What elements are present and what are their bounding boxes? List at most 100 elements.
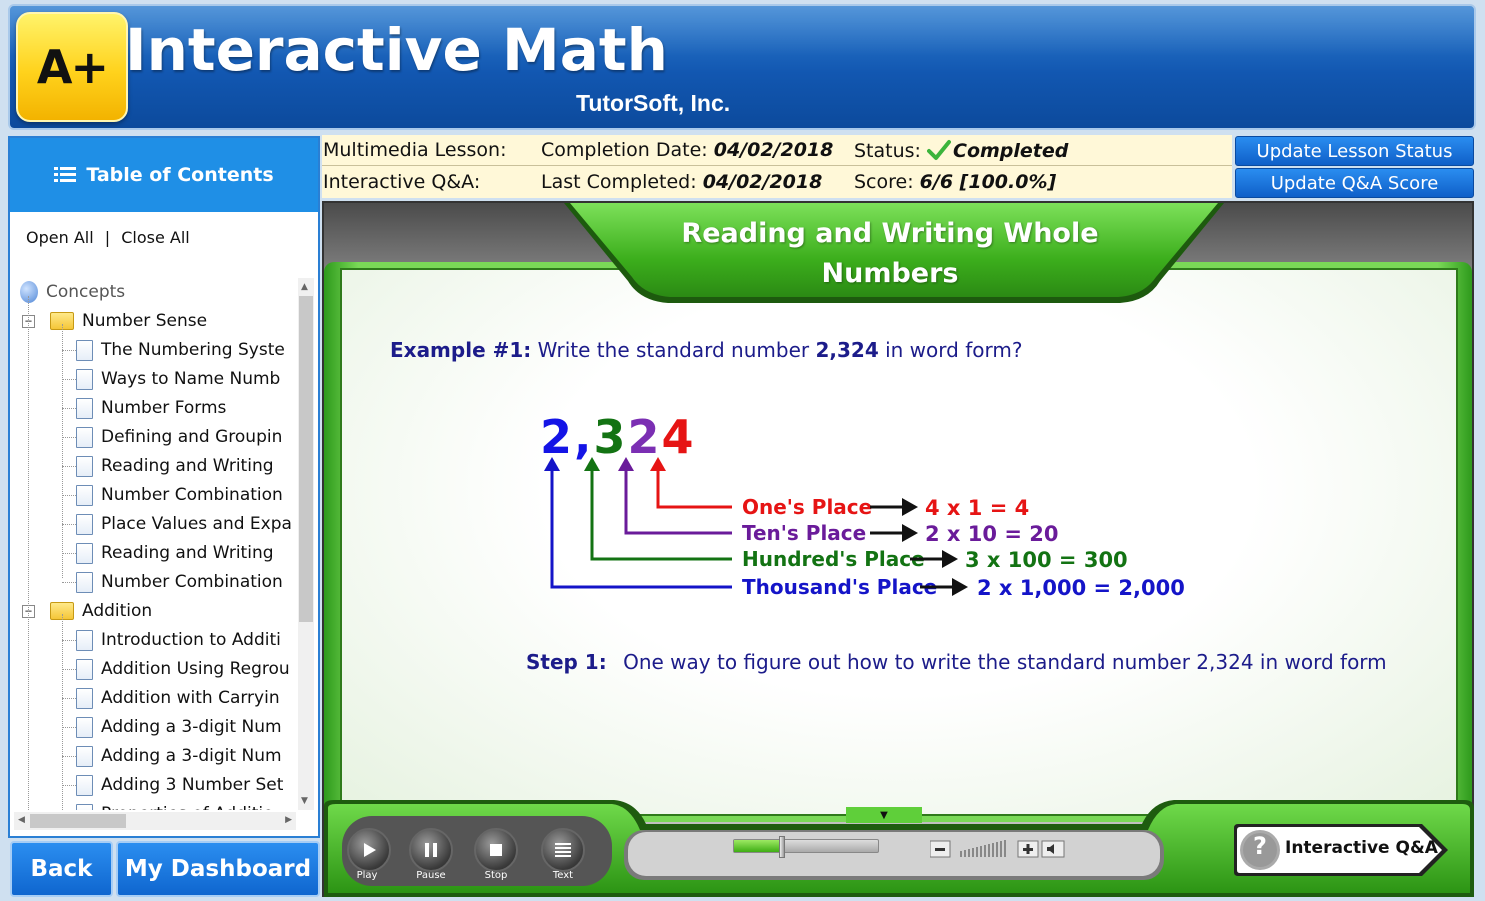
toc-lesson-item[interactable]: The Numbering Syste [76, 336, 285, 364]
scroll-right-icon[interactable]: ▶ [285, 815, 292, 825]
page-icon [76, 658, 93, 680]
toc-lesson-item[interactable]: Number Combination [76, 481, 283, 509]
toc-item-label: Number Combination [101, 485, 283, 505]
volume-level-bars[interactable] [960, 840, 1006, 857]
toc-lesson-item[interactable]: Adding a 3-digit Num [76, 713, 282, 741]
volume-up-icon[interactable] [1017, 840, 1039, 858]
status-label: Status: [854, 140, 921, 162]
example-label: Example #1: [390, 338, 532, 362]
update-qa-score-button[interactable]: Update Q&A Score [1235, 168, 1474, 198]
toc-lesson-item[interactable]: Reading and Writing [76, 452, 274, 480]
multimedia-lesson-label: Multimedia Lesson: [323, 139, 507, 161]
interactive-qa-label-button[interactable]: Interactive Q&A [1285, 838, 1438, 858]
toc-lesson-item[interactable]: Adding a 3-digit Num [76, 742, 282, 770]
tree-connector [62, 350, 76, 351]
last-completed: Last Completed: 04/02/2018 [541, 171, 822, 193]
toc-folder-item[interactable]: Addition [50, 597, 152, 625]
example-number: 2,324 [815, 338, 879, 362]
app-title: Interactive Math [125, 16, 668, 84]
progress-knob[interactable] [778, 836, 785, 858]
table-of-contents-panel: Table of Contents Open All | Close All C… [8, 136, 320, 838]
toc-lesson-item[interactable]: Place Values and Expa [76, 510, 292, 538]
toc-lesson-item[interactable]: Number Combination [76, 568, 283, 596]
text-label: Text [552, 870, 574, 881]
pause-icon [425, 843, 437, 857]
volume-down-icon[interactable] [930, 840, 951, 858]
pause-label: Pause [416, 870, 446, 881]
scroll-left-icon[interactable]: ◀ [18, 815, 25, 825]
toc-item-label: Concepts [46, 282, 126, 302]
lesson-title-line1: Reading and Writing Whole [681, 218, 1099, 249]
qa-status-row: Interactive Q&A: Last Completed: 04/02/2… [322, 167, 1232, 198]
close-all-link[interactable]: Close All [121, 228, 190, 247]
toc-vertical-scrollbar[interactable]: ▲ ▼ [298, 278, 314, 810]
page-icon [76, 397, 93, 419]
place-expression: 3 x 100 = 300 [965, 548, 1128, 572]
tree-connector [62, 437, 76, 438]
speaker-icon[interactable] [1041, 840, 1065, 858]
toc-lesson-item[interactable]: Ways to Name Numb [76, 365, 280, 393]
my-dashboard-button[interactable]: My Dashboard [116, 841, 320, 897]
qa-score: Score: 6/6 [100.0%] [854, 171, 1056, 193]
tree-connector [62, 324, 63, 578]
play-label: Play [356, 870, 378, 881]
toc-lesson-item[interactable]: Addition Using Regrou [76, 655, 290, 683]
arrow-up-icon [650, 457, 666, 471]
toc-lesson-item[interactable]: Reading and Writing [76, 539, 274, 567]
step-label: Step 1: [526, 650, 607, 674]
volume-control [930, 840, 1065, 858]
arrow-right-icon [942, 550, 958, 568]
tree-connector [62, 669, 76, 670]
arrow-right-icon [902, 498, 918, 516]
example-text-b: in word form? [878, 338, 1023, 362]
toc-lesson-item[interactable]: Defining and Groupin [76, 423, 282, 451]
toc-root-item[interactable]: Concepts [20, 278, 125, 306]
interactive-qa-label: Interactive Q&A: [323, 171, 481, 193]
pause-button[interactable] [409, 828, 453, 872]
toc-lesson-item[interactable]: Addition with Carryin [76, 684, 280, 712]
back-button[interactable]: Back [10, 841, 113, 897]
page-icon [76, 339, 93, 361]
scroll-up-icon[interactable]: ▲ [301, 282, 308, 292]
toc-item-label: Place Values and Expa [101, 514, 292, 534]
toc-hscroll-thumb[interactable] [30, 814, 126, 828]
stop-icon [490, 844, 502, 856]
toc-item-label: Number Sense [82, 311, 208, 331]
collapse-tab[interactable]: ▼ [846, 807, 922, 823]
toc-header: Table of Contents [10, 138, 318, 212]
open-all-link[interactable]: Open All [26, 228, 94, 247]
toc-folder-item[interactable]: Number Sense [50, 307, 207, 335]
toc-lesson-item[interactable]: Number Forms [76, 394, 226, 422]
step-text: One way to figure out how to write the s… [623, 650, 1387, 674]
toc-item-label: Properties of Additio [101, 804, 274, 810]
toc-lesson-item[interactable]: Adding 3 Number Set [76, 771, 283, 799]
stop-button[interactable] [474, 828, 518, 872]
toc-item-label: Ways to Name Numb [101, 369, 281, 389]
tree-connector [62, 640, 76, 641]
page-icon [76, 687, 93, 709]
update-lesson-status-button[interactable]: Update Lesson Status [1235, 136, 1474, 166]
page-icon [76, 774, 93, 796]
place-value-diagram: One's Place 4 x 1 = 4 Ten's Place 2 x 10 = … [544, 457, 1185, 600]
toc-horizontal-scrollbar[interactable]: ◀ ▶ [14, 812, 296, 830]
place-name: Thousand's Place [742, 575, 937, 599]
text-button[interactable] [541, 828, 585, 872]
page-icon [76, 716, 93, 738]
lesson-status-row: Multimedia Lesson: Completion Date: 04/0… [322, 135, 1232, 166]
toc-lesson-item[interactable]: Properties of Additio [76, 800, 274, 810]
toc-item-label: Number Combination [101, 572, 283, 592]
place-name: Ten's Place [742, 521, 866, 545]
toc-lesson-item[interactable]: Introduction to Additi [76, 626, 281, 654]
tree-connector [62, 785, 76, 786]
place-connector-line [590, 465, 732, 561]
place-connector-line [624, 465, 732, 535]
page-icon [76, 368, 93, 390]
playback-progress-slider[interactable] [733, 836, 879, 858]
arrow-right-icon [952, 578, 968, 596]
play-button[interactable] [347, 828, 391, 872]
toc-scroll-thumb[interactable] [299, 296, 313, 622]
scroll-down-icon[interactable]: ▼ [301, 796, 308, 806]
text-lines-icon [555, 843, 571, 857]
page-icon [76, 745, 93, 767]
tree-connector [62, 379, 76, 380]
